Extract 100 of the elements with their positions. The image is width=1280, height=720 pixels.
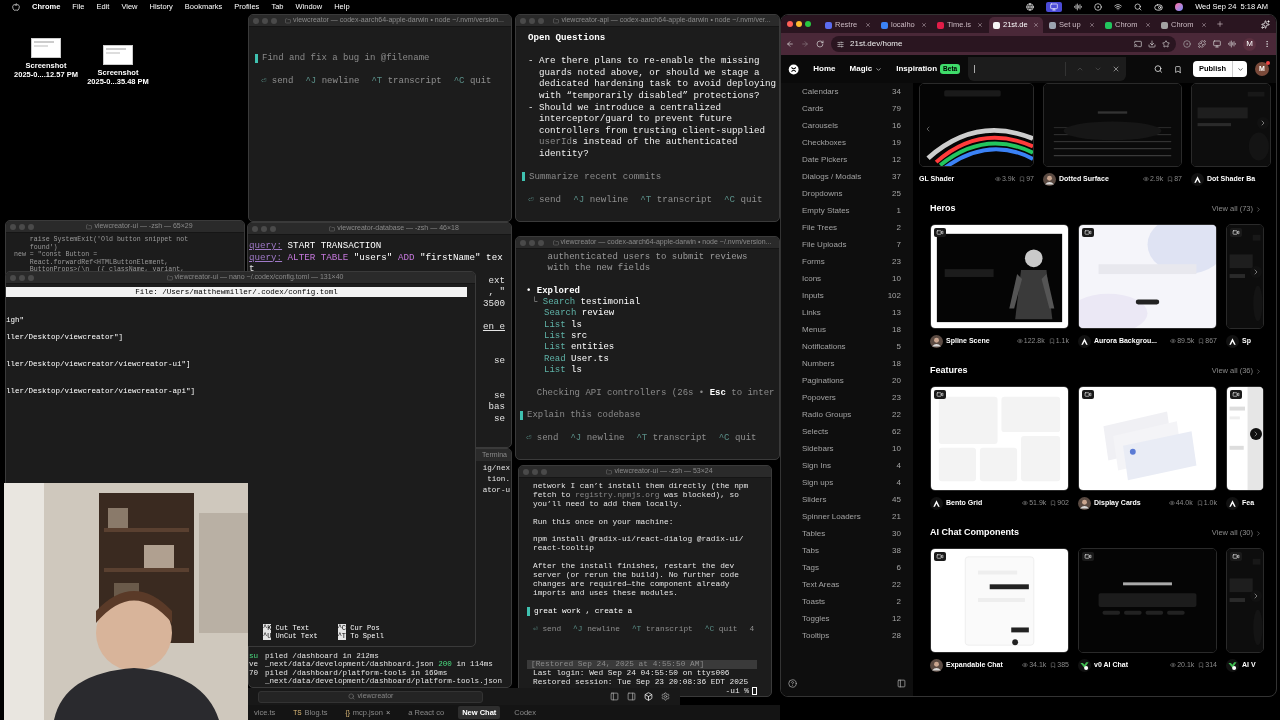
eye-icon bbox=[994, 176, 1001, 182]
mark-icon bbox=[930, 496, 943, 510]
control-center-icon[interactable] bbox=[1154, 2, 1164, 12]
prompt-input[interactable]: Summarize recent commits bbox=[529, 171, 662, 183]
category-item[interactable]: Sign ups 4 bbox=[781, 474, 913, 491]
chevron-left-icon bbox=[924, 125, 932, 133]
category-item[interactable]: Radio Groups 22 bbox=[781, 406, 913, 423]
puzzle-icon[interactable] bbox=[1198, 40, 1206, 48]
cast-icon[interactable] bbox=[1134, 40, 1142, 48]
nav-link[interactable]: Home bbox=[813, 63, 836, 75]
category-item[interactable]: Sidebars 10 bbox=[781, 440, 913, 457]
category-item[interactable]: Sliders 45 bbox=[781, 491, 913, 508]
mark-icon bbox=[1226, 496, 1239, 510]
category-item[interactable]: Calendars 34 bbox=[781, 83, 913, 100]
bookmark-icon bbox=[1198, 662, 1205, 668]
category-item[interactable]: Tooltips 28 bbox=[781, 627, 913, 644]
screen-icon[interactable] bbox=[1046, 2, 1063, 12]
terminal-line: identity? bbox=[538, 147, 589, 160]
close-tab-icon[interactable] bbox=[1201, 22, 1207, 28]
profile-button[interactable]: M bbox=[1243, 37, 1256, 51]
back-icon[interactable] bbox=[786, 40, 794, 48]
prompt-marker bbox=[255, 54, 258, 64]
category-item[interactable]: Numbers 18 bbox=[781, 355, 913, 372]
bookmark-icon bbox=[1050, 662, 1057, 668]
zoom-button[interactable] bbox=[805, 21, 811, 27]
reload-icon[interactable] bbox=[816, 40, 824, 48]
category-item[interactable]: Empty States 1 bbox=[781, 202, 913, 219]
category-item[interactable]: File Uploads 7 bbox=[781, 236, 913, 253]
panel-toggle-icon[interactable] bbox=[610, 692, 619, 701]
avatar bbox=[930, 334, 943, 348]
category-item[interactable]: Forms 23 bbox=[781, 253, 913, 270]
search-icon[interactable] bbox=[1134, 3, 1143, 11]
category-item[interactable]: Date Pickers 12 bbox=[781, 151, 913, 168]
prompt-input[interactable]: Find and fix a bug in @filename bbox=[262, 53, 430, 65]
apple-icon[interactable] bbox=[12, 3, 20, 11]
download-icon[interactable] bbox=[1148, 40, 1156, 48]
category-item[interactable]: Spinner Loaders 21 bbox=[781, 508, 913, 525]
category-item[interactable]: Selects 62 bbox=[781, 423, 913, 440]
address-bar[interactable]: 21st.dev/home bbox=[831, 36, 1176, 52]
category-item[interactable]: Carousels 16 bbox=[781, 117, 913, 134]
category-item[interactable]: Notifications 5 bbox=[781, 338, 913, 355]
extension-icon[interactable] bbox=[1183, 40, 1191, 48]
category-item[interactable]: Cards 79 bbox=[781, 100, 913, 117]
close-tab-icon[interactable] bbox=[865, 22, 871, 28]
category-item[interactable]: Menus 18 bbox=[781, 321, 913, 338]
close-tab-icon[interactable] bbox=[1089, 22, 1095, 28]
record-icon[interactable] bbox=[1094, 3, 1103, 11]
nav-link[interactable]: Inspiration bbox=[896, 63, 938, 75]
nav-link[interactable]: Magic bbox=[849, 63, 873, 75]
side-panel-icon[interactable] bbox=[1213, 40, 1221, 48]
category-item[interactable]: Dropdowns 25 bbox=[781, 185, 913, 202]
close-tab-icon[interactable] bbox=[921, 22, 927, 28]
menu-icon[interactable] bbox=[1263, 40, 1271, 48]
category-item[interactable]: Links 13 bbox=[781, 304, 913, 321]
panel-toggle-icon[interactable] bbox=[627, 692, 636, 701]
status-icon[interactable] bbox=[1026, 3, 1035, 11]
assistant-icon[interactable] bbox=[1175, 3, 1184, 11]
category-item[interactable]: Checkboxes 19 bbox=[781, 134, 913, 151]
media-icon[interactable] bbox=[1228, 40, 1236, 48]
category-item[interactable]: Dialogs / Modals 37 bbox=[781, 168, 913, 185]
category-item[interactable]: Tables 30 bbox=[781, 525, 913, 542]
bookmark-icon[interactable] bbox=[1174, 64, 1182, 74]
sparkle-icon[interactable] bbox=[1261, 19, 1270, 29]
category-item[interactable]: Sign Ins 4 bbox=[781, 457, 913, 474]
site-logo-icon[interactable] bbox=[788, 62, 800, 76]
cube-icon[interactable] bbox=[644, 692, 653, 701]
minimize-button[interactable] bbox=[796, 21, 802, 27]
publish-menu-button[interactable] bbox=[1233, 61, 1247, 77]
eye-icon bbox=[1142, 176, 1149, 182]
new-tab-icon[interactable] bbox=[1216, 20, 1224, 28]
star-icon[interactable] bbox=[1162, 40, 1170, 48]
category-item[interactable]: Popovers 23 bbox=[781, 389, 913, 406]
category-item[interactable]: Tags 6 bbox=[781, 559, 913, 576]
settings-icon[interactable] bbox=[661, 692, 670, 701]
close-tab-icon[interactable] bbox=[1145, 22, 1151, 28]
terminal-line: t bbox=[249, 263, 255, 274]
close-icon[interactable] bbox=[1112, 65, 1121, 73]
close-button[interactable] bbox=[787, 21, 793, 27]
collapse-sidebar-icon[interactable] bbox=[897, 679, 906, 688]
category-item[interactable]: Inputs 102 bbox=[781, 287, 913, 304]
terminal-line: - Are there plans to re-enable the missing bbox=[528, 55, 760, 67]
help-icon[interactable] bbox=[788, 679, 797, 688]
search-icon[interactable] bbox=[1154, 64, 1164, 74]
category-item[interactable]: Toggles 12 bbox=[781, 610, 913, 627]
close-tab-icon[interactable] bbox=[1033, 22, 1039, 28]
category-item[interactable]: Tabs 38 bbox=[781, 542, 913, 559]
category-item[interactable]: Paginations 20 bbox=[781, 372, 913, 389]
terminal-line: with the new fields bbox=[546, 263, 651, 275]
category-item[interactable]: Toasts 2 bbox=[781, 593, 913, 610]
terminal-line: List ls bbox=[544, 364, 582, 377]
wifi-icon[interactable] bbox=[1114, 3, 1123, 11]
category-item[interactable]: File Trees 2 bbox=[781, 219, 913, 236]
mark-icon bbox=[1191, 172, 1204, 186]
terminal-line: └ Search testimonial bbox=[532, 297, 641, 308]
waveform-icon[interactable] bbox=[1074, 3, 1083, 11]
close-tab-icon[interactable] bbox=[977, 22, 983, 28]
category-item[interactable]: Text Areas 22 bbox=[781, 576, 913, 593]
category-item[interactable]: Icons 10 bbox=[781, 270, 913, 287]
prompt-input[interactable]: Explain this codebase bbox=[527, 410, 641, 422]
terminal-line: with “temporarily disabled” protections? bbox=[538, 89, 760, 102]
